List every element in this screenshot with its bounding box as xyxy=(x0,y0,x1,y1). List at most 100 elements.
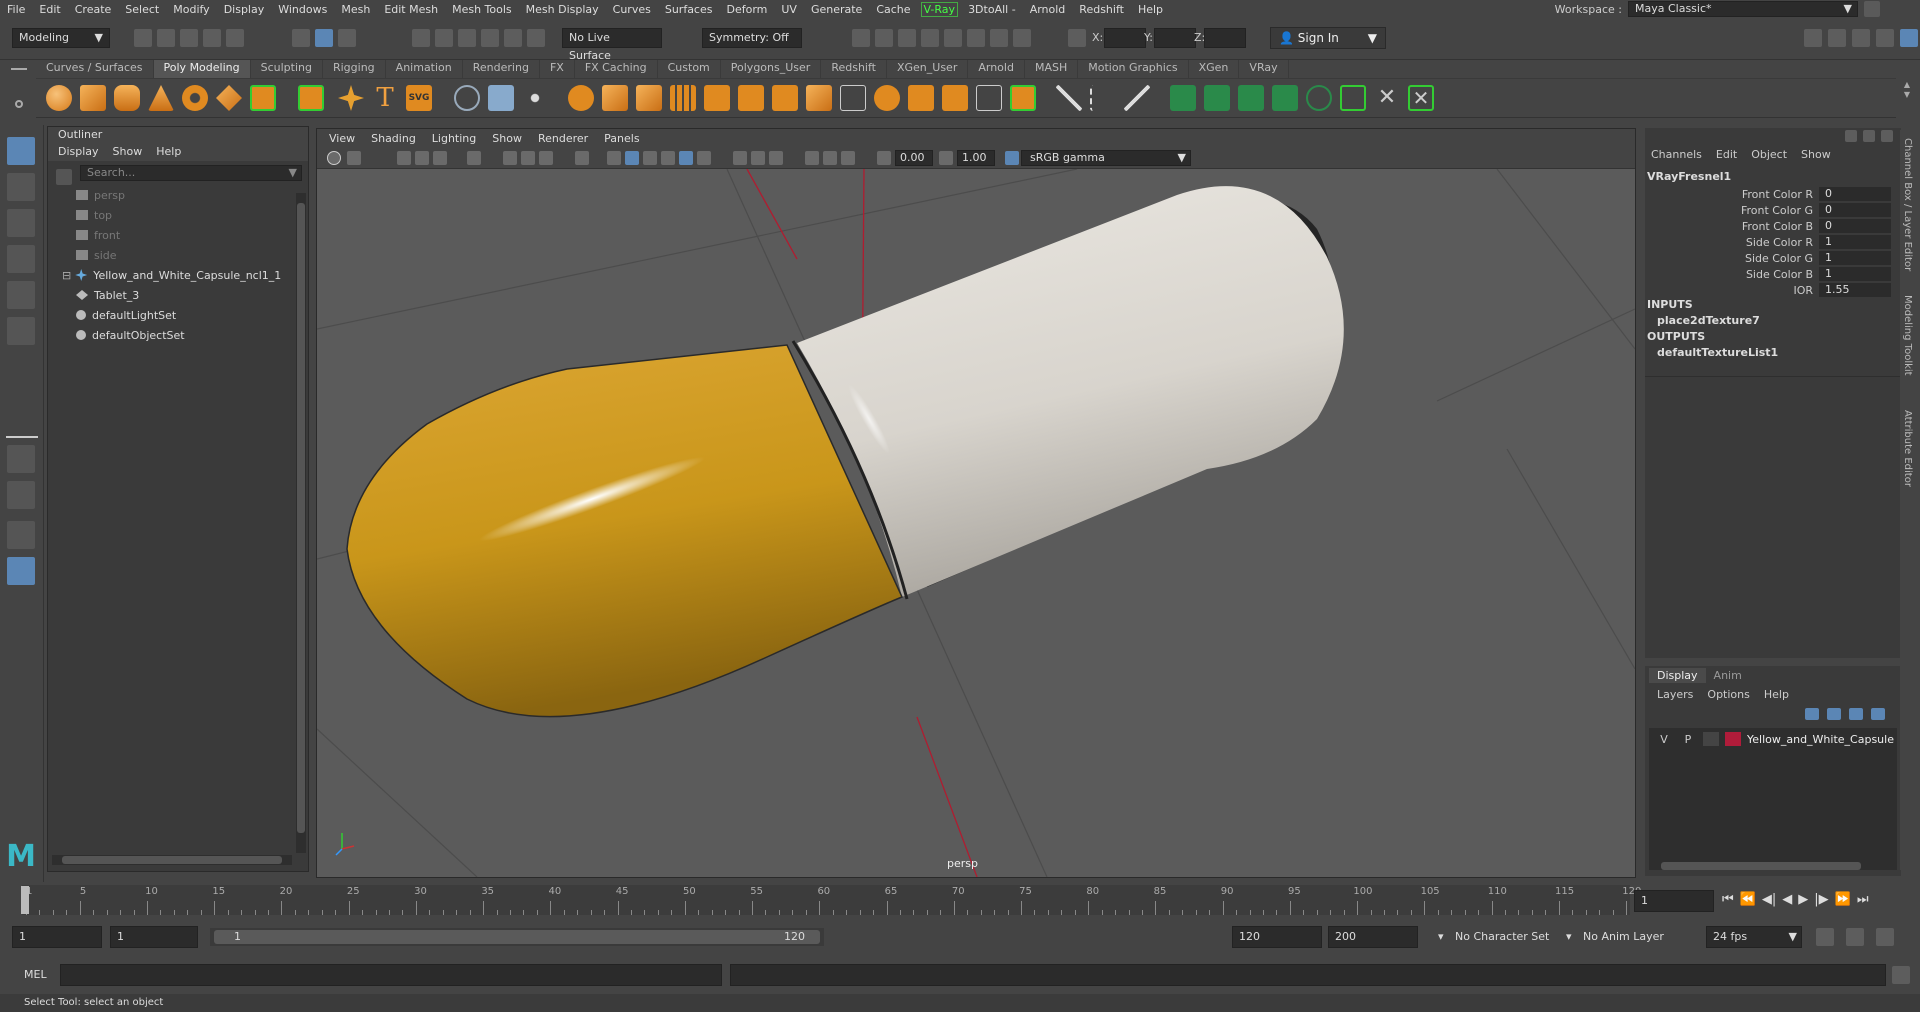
shelf-tab-rigging[interactable]: Rigging xyxy=(323,60,386,78)
sign-in-button[interactable]: 👤 Sign In ▼ xyxy=(1270,27,1386,49)
wireframe-on-shaded-icon[interactable] xyxy=(643,151,657,165)
snap-point-icon[interactable] xyxy=(458,29,476,47)
channel-menu-object[interactable]: Object xyxy=(1751,148,1787,161)
side-tab-channel-box-layer-editor[interactable]: Channel Box / Layer Editor xyxy=(1902,138,1913,271)
outliner-item[interactable]: ⊟ Yellow_and_White_Capsule_ncl1_1 xyxy=(48,265,308,285)
layer-menu-options[interactable]: Options xyxy=(1707,688,1749,701)
menu-item-file[interactable]: File xyxy=(0,3,32,16)
smooth-icon[interactable] xyxy=(522,85,548,111)
image-plane-icon[interactable] xyxy=(415,151,429,165)
side-tab-modeling-toolkit[interactable]: Modeling Toolkit xyxy=(1902,295,1913,376)
menu-item-arnold[interactable]: Arnold xyxy=(1023,3,1073,16)
channel-attr-value[interactable]: 1 xyxy=(1819,235,1891,249)
current-time-marker[interactable] xyxy=(21,886,29,914)
channel-lock-icon[interactable] xyxy=(1863,130,1875,142)
shelf-tab-curves-surfaces[interactable]: Curves / Surfaces xyxy=(36,60,154,78)
range-slider-bar[interactable] xyxy=(214,930,820,944)
platonic-icon[interactable] xyxy=(298,85,324,111)
go-to-start-icon[interactable]: ⏮ xyxy=(1722,892,1734,907)
channel-box-icon[interactable] xyxy=(1900,29,1918,47)
shelf-tab-sculpting[interactable]: Sculpting xyxy=(251,60,323,78)
menu-item-select[interactable]: Select xyxy=(118,3,166,16)
xray-joints-icon[interactable] xyxy=(841,151,855,165)
render-view-icon[interactable] xyxy=(875,29,893,47)
anim-prefs-icon[interactable] xyxy=(1876,928,1894,946)
outliner-vscroll[interactable] xyxy=(296,193,306,853)
shelf-tab-rendering[interactable]: Rendering xyxy=(463,60,540,78)
fill-hole-icon[interactable] xyxy=(738,85,764,111)
menu-item-modify[interactable]: Modify xyxy=(166,3,216,16)
script-editor-icon[interactable] xyxy=(1892,966,1910,984)
coords-icon[interactable] xyxy=(1068,29,1086,50)
mel-label[interactable]: MEL xyxy=(24,968,47,981)
extrude-icon[interactable] xyxy=(602,85,628,111)
channel-attr-row[interactable]: Side Color G 1 xyxy=(1645,250,1891,266)
channel-attr-row[interactable]: Front Color G 0 xyxy=(1645,202,1891,218)
append-icon[interactable] xyxy=(704,85,730,111)
outliner-item[interactable]: front xyxy=(48,225,308,245)
undo-icon[interactable] xyxy=(203,29,221,47)
shelf-tab-xgen[interactable]: XGen xyxy=(1189,60,1240,78)
shelf-tab-redshift[interactable]: Redshift xyxy=(821,60,887,78)
shelf-tab-vray[interactable]: VRay xyxy=(1239,60,1289,78)
outliner-menu-help[interactable]: Help xyxy=(156,145,181,159)
poly-plane-icon[interactable] xyxy=(216,85,242,111)
live-surface-field[interactable]: No Live Surface xyxy=(562,28,662,62)
exposure-icon[interactable] xyxy=(877,151,891,165)
outliner-menu-show[interactable]: Show xyxy=(113,145,143,159)
exposure-field[interactable]: 0.00 xyxy=(895,150,933,166)
grid-icon[interactable] xyxy=(503,151,517,165)
outliner-item[interactable]: Tablet_3 xyxy=(48,285,308,305)
x-field[interactable] xyxy=(1104,28,1146,48)
layer-row[interactable]: V P Yellow_and_White_Capsule xyxy=(1649,730,1897,748)
resolution-gate-icon[interactable] xyxy=(539,151,553,165)
channel-attr-value[interactable]: 1 xyxy=(1819,267,1891,281)
collapse-icon[interactable]: ⊟ xyxy=(62,269,71,282)
svg-icon[interactable]: SVG xyxy=(406,85,432,111)
shelf-tab-motion-graphics[interactable]: Motion Graphics xyxy=(1078,60,1189,78)
workspace-select[interactable]: Maya Classic* ▼ xyxy=(1628,1,1858,17)
viewport-menu-shading[interactable]: Shading xyxy=(365,132,422,145)
channel-menu-channels[interactable]: Channels xyxy=(1651,148,1702,161)
film-gate-icon[interactable] xyxy=(521,151,535,165)
type-icon[interactable]: T xyxy=(372,85,398,111)
rotate-tool-icon[interactable] xyxy=(7,281,35,309)
tool-settings-icon[interactable] xyxy=(1876,29,1894,47)
bevel-icon[interactable] xyxy=(670,85,696,111)
boolean-icon[interactable] xyxy=(568,85,594,111)
menu-item-deform[interactable]: Deform xyxy=(719,3,774,16)
modeling-toolkit-icon[interactable] xyxy=(1804,29,1822,47)
shelf-tab-poly-modeling[interactable]: Poly Modeling xyxy=(153,60,251,78)
menu-item-v-ray[interactable]: V-Ray xyxy=(920,1,959,17)
new-scene-icon[interactable] xyxy=(134,29,152,47)
viewport-menu-renderer[interactable]: Renderer xyxy=(532,132,594,145)
mode-select[interactable]: Modeling ▼ xyxy=(12,28,110,48)
shelf-tab-mash[interactable]: MASH xyxy=(1025,60,1079,78)
reduce-icon[interactable] xyxy=(1306,85,1332,111)
layer-menu-layers[interactable]: Layers xyxy=(1657,688,1693,701)
multi-cut-icon[interactable] xyxy=(1056,85,1082,111)
layer-visibility-toggle[interactable]: V xyxy=(1655,733,1673,746)
paint-select-icon[interactable] xyxy=(7,209,35,237)
textured-icon[interactable] xyxy=(661,151,675,165)
make-hole-icon[interactable] xyxy=(772,85,798,111)
auto-key-icon[interactable] xyxy=(1846,928,1864,946)
menu-item-edit-mesh[interactable]: Edit Mesh xyxy=(377,3,445,16)
vray-render-icon[interactable] xyxy=(967,29,985,47)
play-forward-icon[interactable]: ▶ xyxy=(1798,892,1808,907)
vray-ipr-icon[interactable] xyxy=(990,29,1008,47)
merge-icon[interactable] xyxy=(806,85,832,111)
channel-attr-row[interactable]: IOR 1.55 xyxy=(1645,282,1891,298)
viewport-panel[interactable]: View Shading Lighting Show Renderer Panels 0.… xyxy=(316,128,1636,878)
four-pane-layout-icon[interactable] xyxy=(7,481,35,509)
combine-icon[interactable] xyxy=(454,85,480,111)
menu-item-mesh-display[interactable]: Mesh Display xyxy=(519,3,606,16)
viewport-menu-view[interactable]: View xyxy=(323,132,361,145)
render-frame-icon[interactable] xyxy=(852,29,870,47)
viewport-menu-panels[interactable]: Panels xyxy=(598,132,645,145)
menu-item-surfaces[interactable]: Surfaces xyxy=(658,3,720,16)
outliner-item[interactable]: top xyxy=(48,205,308,225)
poly-cube-icon[interactable] xyxy=(80,85,106,111)
use-all-lights-icon[interactable] xyxy=(679,151,693,165)
shelf-tab-arnold[interactable]: Arnold xyxy=(968,60,1025,78)
